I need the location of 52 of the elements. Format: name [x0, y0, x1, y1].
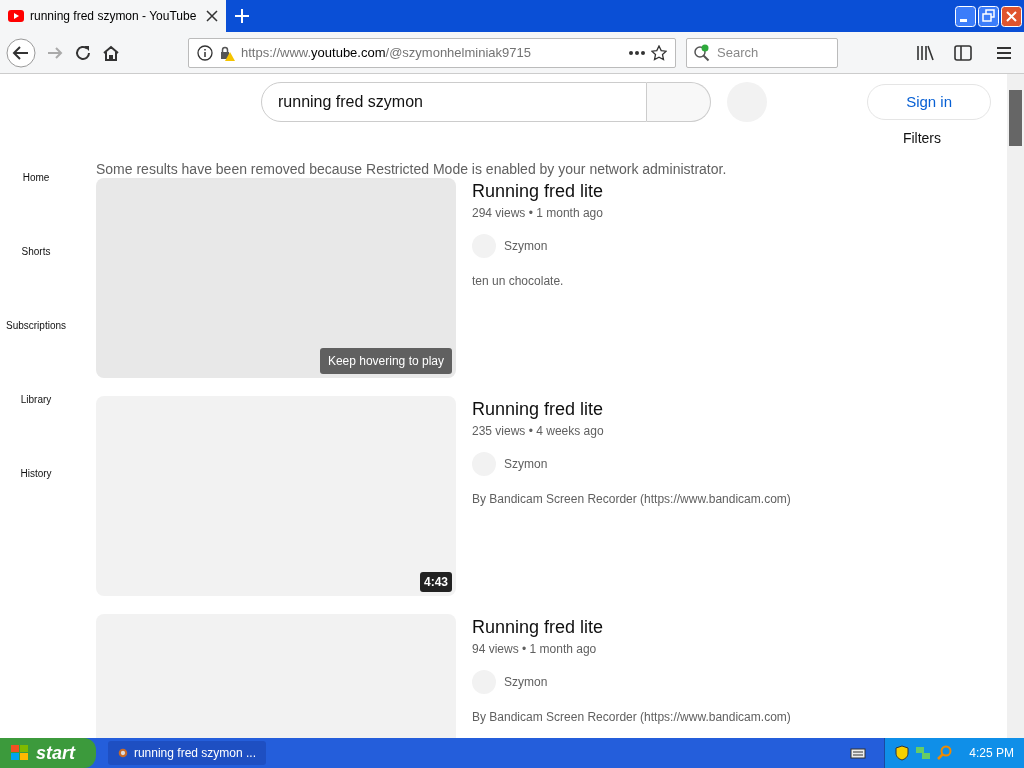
url-text: https://www.youtube.com/@szymonhelminiak9715 — [241, 43, 532, 62]
tab-title: running fred szymon - YouTube — [30, 8, 198, 25]
video-thumbnail[interactable]: 4:43 — [96, 396, 456, 596]
sidebar-item[interactable]: Subscriptions — [6, 318, 66, 392]
video-title[interactable]: Running fred lite — [472, 396, 791, 422]
video-title[interactable]: Running fred lite — [472, 178, 604, 204]
clock: 4:25 PM — [969, 745, 1014, 762]
start-button[interactable]: start — [0, 738, 96, 768]
video-logo-icon — [8, 10, 24, 22]
scrollbar[interactable] — [1007, 74, 1024, 738]
more-icon[interactable] — [629, 50, 645, 55]
video-description: ten un chocolate. — [472, 273, 565, 290]
video-title[interactable]: Running fred lite — [472, 614, 791, 640]
sidebar-item[interactable]: Shorts — [21, 244, 51, 318]
reload-icon[interactable] — [74, 43, 92, 62]
sidebar-item[interactable]: History — [20, 466, 52, 540]
video-description: By Bandicam Screen Recorder (https://www.bandicam.com) — [472, 709, 791, 726]
sidebar-icon[interactable] — [954, 44, 972, 61]
channel-name[interactable]: Szymon — [504, 455, 548, 473]
video-description: By Bandicam Screen Recorder (https://www.bandicam.com) — [472, 491, 791, 508]
keyboard-icon[interactable] — [850, 746, 867, 760]
menu-icon[interactable] — [996, 45, 1012, 60]
video-meta: 294 views • 1 month ago — [472, 205, 604, 222]
channel-name[interactable]: Szymon — [504, 673, 548, 691]
warning-lock-icon — [219, 44, 235, 61]
search-icon — [693, 43, 711, 62]
star-icon[interactable] — [651, 44, 667, 61]
app-icon — [118, 746, 128, 760]
library-icon[interactable] — [916, 44, 934, 61]
taskbar-task[interactable]: running fred szymon ... — [108, 741, 266, 765]
video-meta: 94 views • 1 month ago — [472, 641, 598, 658]
back-icon[interactable] — [6, 37, 36, 68]
shield-icon[interactable] — [895, 745, 910, 761]
channel-name[interactable]: Szymon — [504, 237, 548, 255]
restore-icon[interactable] — [978, 5, 999, 27]
video-thumbnail[interactable]: Keep hovering to play — [96, 178, 456, 378]
filters-button[interactable]: Filters — [902, 128, 941, 149]
windows-logo-icon — [10, 744, 30, 762]
new-tab-icon[interactable] — [234, 8, 250, 24]
browser-tab[interactable]: running fred szymon - YouTube — [0, 0, 226, 32]
hover-hint: Keep hovering to play — [319, 348, 452, 374]
home-icon[interactable] — [102, 43, 120, 62]
restricted-notice: Some results have been removed because Restricted Mode is enabled by your network administrator. — [96, 160, 728, 178]
close-icon[interactable] — [206, 10, 218, 22]
search-field[interactable]: Search — [686, 37, 838, 68]
sidebar-item[interactable]: Home — [22, 170, 50, 244]
sidebar-item[interactable]: Library — [20, 392, 52, 466]
info-icon — [197, 44, 213, 61]
video-meta: 235 views • 4 weeks ago — [472, 423, 605, 440]
video-duration: 4:43 — [419, 572, 452, 592]
minimize-icon[interactable] — [955, 5, 976, 27]
address-bar[interactable]: https://www.youtube.com/@szymonhelminiak9715 — [188, 37, 676, 68]
